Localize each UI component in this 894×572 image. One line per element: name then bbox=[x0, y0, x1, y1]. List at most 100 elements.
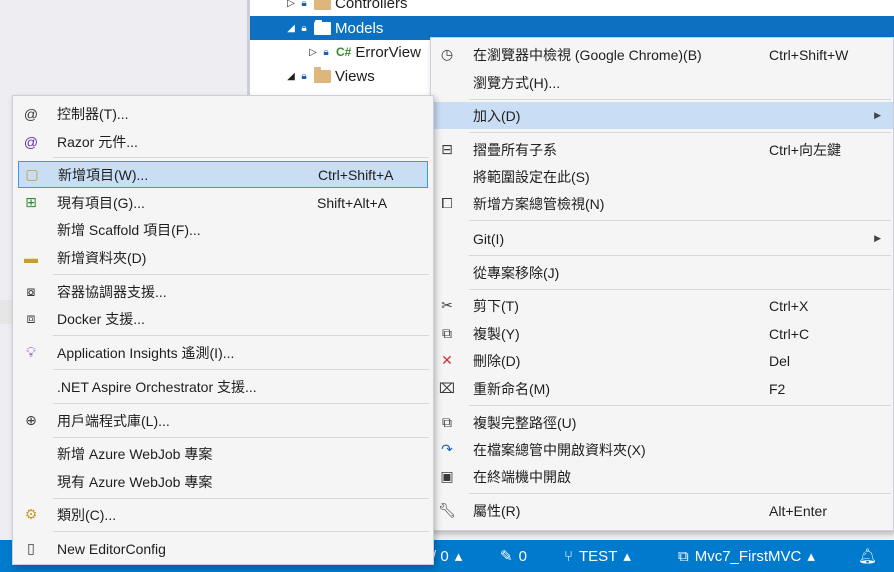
submenu-item-existing-item[interactable]: ⊞ 現有項目(G)... Shift+Alt+A bbox=[13, 189, 433, 216]
menu-item-remove-from-project[interactable]: 從專案移除(J) bbox=[431, 259, 893, 286]
copy-full-path-icon: ⧉ bbox=[442, 414, 452, 430]
menu-item-label: 用戶端程式庫(L)... bbox=[57, 412, 170, 429]
notifications-bell-button[interactable]: 🔔︎ bbox=[858, 540, 877, 572]
menu-item-label: 在瀏覽器中檢視 (Google Chrome)(B) bbox=[473, 46, 702, 63]
menu-item-scope-to-this[interactable]: 將範圍設定在此(S) bbox=[431, 163, 893, 190]
status-project[interactable]: ⧉ Mvc7_FirstMVC ▴ bbox=[678, 540, 815, 572]
project-name: Mvc7_FirstMVC bbox=[694, 547, 802, 565]
caret-up-icon: ▴ bbox=[454, 548, 463, 565]
menu-item-label: 屬性(R) bbox=[473, 502, 521, 519]
pencil-icon: ✎ bbox=[500, 548, 513, 565]
folder-open-icon bbox=[314, 19, 331, 35]
submenu-arrow-icon: ▶ bbox=[874, 233, 881, 243]
menu-item-label: 刪除(D) bbox=[473, 352, 521, 369]
menu-item-git[interactable]: Git(I) ▶ bbox=[431, 225, 893, 252]
menu-item-shortcut: Del bbox=[769, 352, 791, 369]
menu-item-label: 現有項目(G)... bbox=[57, 194, 145, 211]
expand-arrow-icon[interactable]: ▷ bbox=[284, 0, 298, 9]
submenu-item-docker[interactable]: ⧈ Docker 支援... bbox=[13, 305, 433, 332]
new-folder-icon: ▬ bbox=[24, 249, 38, 266]
controller-icon: @ bbox=[23, 105, 39, 122]
menu-item-browse-with[interactable]: 瀏覽方式(H)... bbox=[431, 69, 893, 96]
submenu-item-aspire-orchestrator[interactable]: .NET Aspire Orchestrator 支援... bbox=[13, 373, 433, 400]
menu-item-delete[interactable]: ✕ 刪除(D) Del bbox=[431, 347, 893, 374]
menu-separator bbox=[53, 369, 429, 370]
menu-item-rename[interactable]: ⌧ 重新命名(M) F2 bbox=[431, 375, 893, 402]
tree-item-controllers[interactable]: ▷ 🔒︎ Controllers bbox=[284, 0, 894, 15]
menu-item-copy[interactable]: ⧉ 複製(Y) Ctrl+C bbox=[431, 320, 893, 347]
submenu-item-existing-azure-webjob[interactable]: 現有 Azure WebJob 專案 bbox=[13, 468, 433, 495]
menu-separator bbox=[53, 403, 429, 404]
menu-item-label: 將範圍設定在此(S) bbox=[473, 168, 590, 185]
branch-name: TEST bbox=[579, 547, 618, 565]
menu-separator bbox=[469, 99, 891, 100]
submenu-item-application-insights[interactable]: 💡︎ Application Insights 遙測(I)... bbox=[13, 339, 433, 366]
new-item-icon: ▢ bbox=[25, 166, 39, 182]
client-library-icon: ⊕ bbox=[25, 412, 37, 428]
submenu-item-new-azure-webjob[interactable]: 新增 Azure WebJob 專案 bbox=[13, 440, 433, 467]
menu-separator bbox=[469, 255, 891, 256]
menu-item-new-solution-view[interactable]: ⧠ 新增方案總管檢視(N) bbox=[431, 190, 893, 217]
new-solution-view-icon: ⧠ bbox=[441, 195, 453, 211]
menu-item-view-in-browser[interactable]: ◷ 在瀏覽器中檢視 (Google Chrome)(B) Ctrl+Shift+… bbox=[431, 41, 893, 68]
status-pending-changes[interactable]: ✎ 0 bbox=[500, 540, 527, 572]
bell-icon: 🔔︎ bbox=[858, 548, 878, 565]
status-branch[interactable]: ⑂ TEST ▴ bbox=[564, 540, 631, 572]
properties-wrench-icon: 🔧︎ bbox=[438, 502, 456, 518]
submenu-item-razor-component[interactable]: @ Razor 元件... bbox=[13, 128, 433, 155]
submenu-item-client-library[interactable]: ⊕ 用戶端程式庫(L)... bbox=[13, 407, 433, 434]
menu-separator bbox=[469, 132, 891, 133]
folder-icon bbox=[314, 66, 331, 83]
submenu-item-new-folder[interactable]: ▬ 新增資料夾(D) bbox=[13, 244, 433, 271]
collapse-arrow-icon[interactable]: ◢ bbox=[284, 71, 298, 82]
expand-arrow-icon[interactable]: ▷ bbox=[306, 47, 320, 58]
submenu-item-new-scaffold[interactable]: 新增 Scaffold 項目(F)... bbox=[13, 216, 433, 243]
menu-separator bbox=[53, 157, 429, 158]
lock-icon: 🔒︎ bbox=[301, 22, 307, 34]
submenu-arrow-icon: ▶ bbox=[874, 110, 881, 120]
submenu-item-container-orchestrator[interactable]: ⧇ 容器協調器支援... bbox=[13, 278, 433, 305]
caret-up-icon: ▴ bbox=[807, 548, 815, 565]
menu-item-open-in-explorer[interactable]: ↷ 在檔案總管中開啟資料夾(X) bbox=[431, 436, 893, 463]
menu-item-label: Application Insights 遙測(I)... bbox=[57, 344, 235, 361]
menu-item-shortcut: Ctrl+C bbox=[769, 325, 810, 342]
menu-item-open-in-terminal[interactable]: ▣ 在終端機中開啟 bbox=[431, 463, 893, 490]
tree-item-label: Views bbox=[335, 67, 375, 85]
rename-icon: ⌧ bbox=[438, 380, 456, 396]
collapse-arrow-icon[interactable]: ◢ bbox=[284, 23, 298, 34]
menu-item-copy-full-path[interactable]: ⧉ 複製完整路徑(U) bbox=[431, 409, 893, 436]
menu-item-label: 重新命名(M) bbox=[473, 380, 550, 397]
submenu-item-controller[interactable]: @ 控制器(T)... bbox=[13, 100, 433, 127]
menu-separator bbox=[53, 531, 429, 532]
terminal-icon: ▣ bbox=[440, 468, 454, 484]
menu-item-collapse-all[interactable]: ⊟ 摺疊所有子系 Ctrl+向左鍵 bbox=[431, 136, 893, 163]
collapse-all-icon: ⊟ bbox=[441, 141, 453, 157]
menu-item-add[interactable]: 加入(D) ▶ bbox=[431, 102, 893, 129]
menu-item-label: 現有 Azure WebJob 專案 bbox=[57, 473, 213, 490]
submenu-item-class[interactable]: ⚙ 類別(C)... bbox=[13, 501, 433, 528]
menu-item-label: 新增資料夾(D) bbox=[57, 249, 147, 266]
tree-item-label: Models bbox=[335, 19, 384, 37]
menu-separator bbox=[469, 220, 891, 221]
menu-item-label: 類別(C)... bbox=[57, 506, 117, 523]
submenu-item-new-editorconfig[interactable]: ▯ New EditorConfig bbox=[13, 535, 433, 562]
repository-icon: ⧉ bbox=[678, 547, 689, 565]
menu-item-properties[interactable]: 🔧︎ 屬性(R) Alt+Enter bbox=[431, 497, 893, 524]
menu-item-label: 在終端機中開啟 bbox=[473, 468, 571, 485]
menu-item-label: 複製完整路徑(U) bbox=[473, 414, 577, 431]
lock-icon: 🔒︎ bbox=[323, 46, 329, 58]
menu-item-label: New EditorConfig bbox=[57, 540, 166, 557]
menu-item-shortcut: Alt+Enter bbox=[769, 502, 827, 519]
submenu-item-new-item[interactable]: ▢ 新增項目(W)... Ctrl+Shift+A bbox=[18, 161, 428, 188]
menu-item-label: 新增 Scaffold 項目(F)... bbox=[57, 221, 201, 238]
menu-item-cut[interactable]: ✂ 剪下(T) Ctrl+X bbox=[431, 292, 893, 319]
menu-item-shortcut: Ctrl+Shift+W bbox=[769, 46, 849, 63]
csharp-file-icon: C# bbox=[336, 45, 352, 59]
menu-separator bbox=[53, 498, 429, 499]
status-errors[interactable]: / 0 ▴ bbox=[432, 540, 462, 572]
menu-item-label: .NET Aspire Orchestrator 支援... bbox=[57, 378, 257, 395]
editorconfig-icon: ▯ bbox=[27, 540, 35, 556]
branch-icon: ⑂ bbox=[564, 547, 574, 565]
menu-item-label: 加入(D) bbox=[473, 107, 521, 124]
pending-changes-count: 0 bbox=[518, 547, 527, 565]
